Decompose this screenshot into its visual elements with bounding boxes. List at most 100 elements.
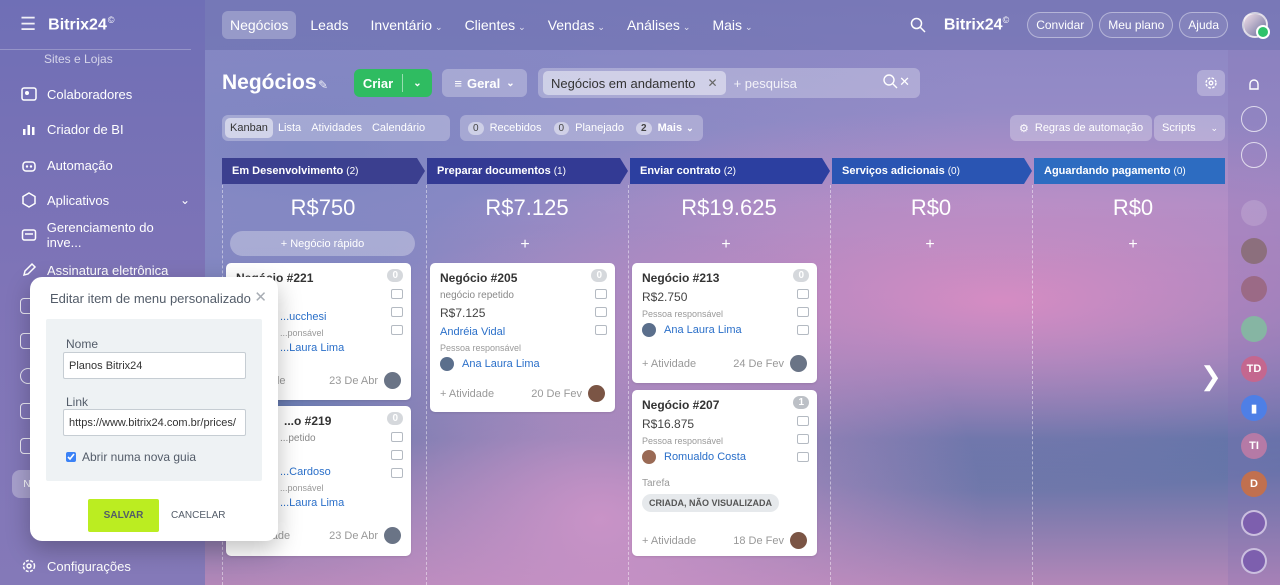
mail-icon[interactable]	[391, 307, 403, 317]
chat-icon[interactable]	[595, 325, 607, 335]
close-icon[interactable]: ✕	[254, 288, 267, 306]
copilot-icon[interactable]	[1241, 548, 1267, 574]
nav-inventario[interactable]: Inventário ⌄	[363, 11, 451, 39]
chevron-down-icon[interactable]: ⌄	[403, 78, 432, 89]
tab-calendario[interactable]: Calendário	[367, 118, 430, 138]
search-icon[interactable]	[883, 74, 898, 94]
search-placeholder[interactable]: + pesquisa	[734, 76, 797, 91]
pipeline-selector[interactable]: ≡ Geral ⌄	[442, 69, 527, 97]
bookmark-icon[interactable]: ▮	[1241, 395, 1267, 421]
cancel-button[interactable]: CANCELAR	[166, 499, 230, 532]
target-icon[interactable]	[1241, 106, 1267, 132]
counter-planejado[interactable]: 0 Planejado	[553, 121, 624, 135]
contact-avatar[interactable]	[1241, 200, 1267, 226]
responsible-avatar[interactable]	[790, 532, 807, 549]
column-header-aguardando-pagamento[interactable]: Aguardando pagamento (0)	[1034, 158, 1225, 184]
create-button[interactable]: Criar ⌄	[354, 69, 432, 97]
sidebar-brand[interactable]: Bitrix24©	[48, 15, 114, 34]
task-status-tag[interactable]: CRIADA, NÃO VISUALIZADA	[642, 494, 779, 512]
contact-avatar[interactable]	[1241, 276, 1267, 302]
nav-analises[interactable]: Análises ⌄	[619, 11, 698, 39]
mail-icon[interactable]	[595, 307, 607, 317]
header-brand[interactable]: Bitrix24©	[944, 15, 1009, 34]
sidebar-item-bi[interactable]: Criador de BI	[20, 118, 190, 140]
user-avatar[interactable]	[1242, 12, 1270, 39]
contact-avatar-ti[interactable]: TI	[1241, 433, 1267, 459]
phone-icon[interactable]	[797, 289, 809, 299]
nav-clientes[interactable]: Clientes ⌄	[457, 11, 534, 39]
link-input[interactable]	[63, 409, 246, 436]
nav-leads[interactable]: Leads	[302, 11, 356, 39]
open-new-tab-checkbox-row[interactable]: Abrir numa nova guia	[66, 450, 196, 464]
chat-icon[interactable]	[391, 325, 403, 335]
contact-avatar-td[interactable]: TD	[1241, 356, 1267, 382]
deal-card-205[interactable]: Negócio #205 0 negócio repetido R$7.125 …	[430, 263, 615, 412]
responsible-avatar[interactable]	[384, 527, 401, 544]
deal-card-213[interactable]: Negócio #213 0 R$2.750 Pessoa responsáve…	[632, 263, 817, 383]
deal-card-207[interactable]: Negócio #207 1 R$16.875 Pessoa responsáv…	[632, 390, 817, 556]
sidebar-item-inventario[interactable]: Gerenciamento do inve...	[20, 220, 190, 250]
nav-vendas[interactable]: Vendas ⌄	[540, 11, 613, 39]
invite-button[interactable]: Convidar	[1027, 12, 1094, 38]
copilot-icon[interactable]	[1241, 510, 1267, 536]
mail-icon[interactable]	[797, 307, 809, 317]
responsible-avatar[interactable]	[384, 372, 401, 389]
quick-add-deal-button[interactable]: + Negócio rápido	[230, 231, 415, 256]
column-header-em-desenvolvimento[interactable]: Em Desenvolvimento (2)	[222, 158, 425, 184]
phone-icon[interactable]	[595, 289, 607, 299]
tab-atividades[interactable]: Atividades	[306, 118, 367, 138]
chevron-down-icon[interactable]: ⌄	[180, 193, 190, 207]
scripts-button[interactable]: Scripts ⌄	[1154, 115, 1225, 141]
counter-recebidos[interactable]: 0 Recebidos	[468, 121, 542, 135]
sidebar-item-label: Gerenciamento do inve...	[46, 220, 154, 250]
tab-kanban[interactable]: Kanban	[225, 118, 273, 138]
chat-icon[interactable]	[797, 325, 809, 335]
name-label: Nome	[66, 337, 99, 351]
mail-icon[interactable]	[391, 450, 403, 460]
contact-avatar-d[interactable]: D	[1241, 471, 1267, 497]
sidebar-item-sites-cut[interactable]: Sites e Lojas	[44, 52, 113, 66]
phone-icon[interactable]	[391, 289, 403, 299]
nav-negocios[interactable]: Negócios	[222, 11, 297, 39]
responsible-avatar[interactable]	[790, 355, 807, 372]
pin-icon[interactable]: ✎	[318, 78, 328, 92]
column-header-enviar-contrato[interactable]: Enviar contrato (2)	[630, 158, 830, 184]
help-button[interactable]: Ajuda	[1179, 12, 1228, 38]
close-icon[interactable]: ✕	[708, 76, 718, 90]
sidebar-item-automacao[interactable]: Automação	[20, 154, 190, 176]
hamburger-menu-icon[interactable]: ☰	[20, 14, 36, 35]
add-deal-plus-icon[interactable]: +	[830, 236, 1030, 254]
mail-icon[interactable]	[797, 434, 809, 444]
add-deal-plus-icon[interactable]: +	[626, 236, 826, 254]
add-deal-plus-icon[interactable]: +	[425, 236, 625, 254]
chat-icon[interactable]	[1241, 142, 1267, 168]
my-plan-button[interactable]: Meu plano	[1099, 12, 1174, 38]
sidebar-item-aplicativos[interactable]: Aplicativos ⌄	[20, 189, 190, 211]
sidebar-item-colaboradores[interactable]: Colaboradores	[20, 83, 190, 105]
add-deal-plus-icon[interactable]: +	[1033, 236, 1233, 254]
counter-mais[interactable]: 2 Mais ⌄	[636, 121, 694, 135]
search-icon[interactable]	[910, 14, 932, 36]
contact-avatar[interactable]	[1241, 316, 1267, 342]
clear-search-icon[interactable]: ✕	[899, 74, 910, 90]
nav-mais[interactable]: Mais ⌄	[704, 11, 760, 39]
scroll-right-arrow-icon[interactable]: ❯	[1200, 361, 1222, 392]
sidebar-item-configuracoes[interactable]: Configurações	[20, 555, 190, 577]
phone-icon[interactable]	[391, 432, 403, 442]
phone-icon[interactable]	[797, 416, 809, 426]
contact-avatar[interactable]	[1241, 238, 1267, 264]
chat-icon[interactable]	[391, 468, 403, 478]
automation-rules-button[interactable]: ⚙ Regras de automação	[1010, 115, 1153, 141]
filter-search-bar[interactable]: Negócios em andamento ✕ + pesquisa ✕	[538, 68, 920, 98]
open-new-tab-checkbox[interactable]	[66, 452, 76, 462]
tab-lista[interactable]: Lista	[273, 118, 306, 138]
filter-chip[interactable]: Negócios em andamento ✕	[543, 71, 726, 95]
responsible-avatar[interactable]	[588, 385, 605, 402]
column-header-preparar-documentos[interactable]: Preparar documentos (1)	[427, 158, 628, 184]
settings-gear-button[interactable]	[1197, 70, 1225, 96]
name-input[interactable]	[63, 352, 246, 379]
chat-icon[interactable]	[797, 452, 809, 462]
save-button[interactable]: SALVAR	[88, 499, 159, 532]
column-header-servicos-adicionais[interactable]: Serviços adicionais (0)	[832, 158, 1032, 184]
bell-icon[interactable]	[1241, 72, 1267, 98]
